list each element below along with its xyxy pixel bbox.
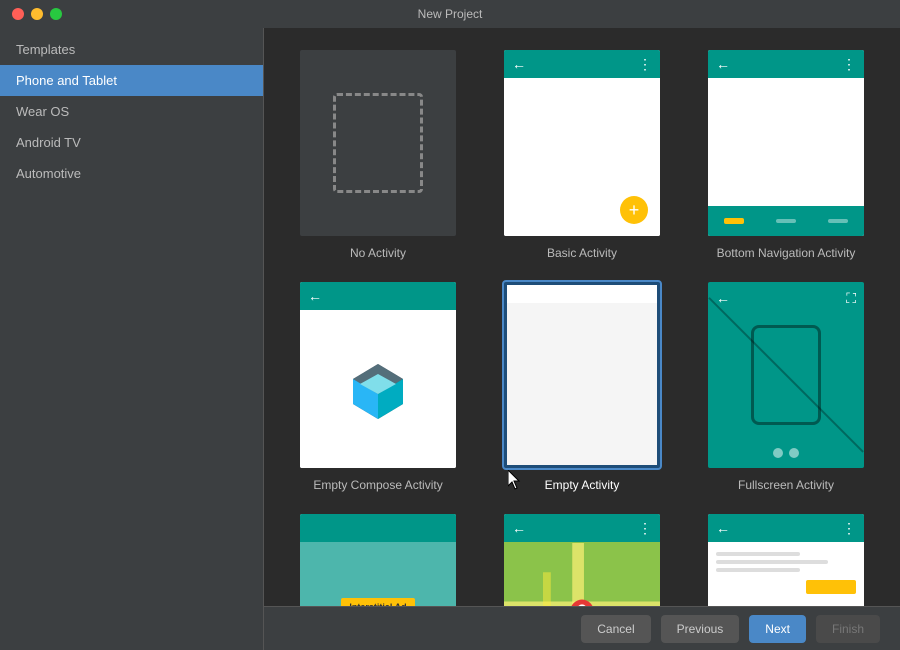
cancel-button[interactable]: Cancel — [581, 615, 650, 643]
template-label-empty-activity: Empty Activity — [545, 478, 620, 492]
template-preview-basic-activity[interactable]: ← ⋮ + — [502, 48, 662, 238]
phone-outline — [751, 325, 821, 425]
no-activity-icon — [333, 93, 423, 193]
template-empty-compose[interactable]: ← Empty Compose Ac — [288, 280, 468, 492]
template-label-no-activity: No Activity — [350, 246, 406, 260]
template-bottom-nav[interactable]: ← ⋮ Bottom Navigation A — [696, 48, 876, 260]
maximize-button[interactable] — [50, 8, 62, 20]
bottom-nav-bar — [708, 206, 864, 236]
compose-back-icon: ← — [308, 288, 322, 304]
title-bar: New Project — [0, 0, 900, 28]
main-content: Templates Phone and Tablet Wear OS Andro… — [0, 28, 900, 650]
next-button[interactable]: Next — [749, 615, 806, 643]
template-preview-interstitial-ad[interactable]: Interstitial Ad — [298, 512, 458, 606]
sidebar-item-phone-tablet[interactable]: Phone and Tablet — [0, 65, 263, 96]
template-settings[interactable]: ← ⋮ Settings Activity — [696, 512, 876, 606]
template-label-empty-compose: Empty Compose Activity — [313, 478, 442, 492]
sidebar-item-android-tv[interactable]: Android TV — [0, 127, 263, 158]
template-label-fullscreen: Fullscreen Activity — [738, 478, 834, 492]
sidebar: Templates Phone and Tablet Wear OS Andro… — [0, 28, 264, 650]
template-no-activity[interactable]: No Activity — [288, 48, 468, 260]
fab-icon: + — [620, 196, 648, 224]
template-preview-no-activity[interactable] — [298, 48, 458, 238]
back-arrow-icon-2: ← — [716, 56, 730, 72]
menu-dots-icon-2: ⋮ — [842, 56, 856, 73]
template-preview-fullscreen[interactable]: ← ⛶ — [706, 280, 866, 470]
finish-button[interactable]: Finish — [816, 615, 880, 643]
map-svg — [504, 542, 660, 606]
template-fullscreen[interactable]: ← ⛶ Fullscreen Activity — [696, 280, 876, 492]
settings-back-icon: ← — [716, 520, 730, 536]
template-preview-settings[interactable]: ← ⋮ — [706, 512, 866, 606]
template-empty-activity[interactable]: ← Empty Activity — [492, 280, 672, 492]
previous-button[interactable]: Previous — [661, 615, 740, 643]
window-controls[interactable] — [12, 8, 62, 20]
window-title: New Project — [418, 7, 483, 21]
template-label-bottom-nav: Bottom Navigation Activity — [717, 246, 856, 260]
template-basic-activity[interactable]: ← ⋮ + Basic Activity — [492, 48, 672, 260]
template-preview-empty-compose[interactable]: ← — [298, 280, 458, 470]
close-button[interactable] — [12, 8, 24, 20]
cube-icon — [348, 359, 408, 419]
expand-icon: ⛶ — [846, 290, 856, 307]
back-arrow-icon: ← — [512, 56, 526, 72]
sidebar-item-automotive[interactable]: Automotive — [0, 158, 263, 189]
sidebar-item-wear-os[interactable]: Wear OS — [0, 96, 263, 127]
minimize-button[interactable] — [31, 8, 43, 20]
menu-dots-icon: ⋮ — [638, 56, 652, 73]
template-preview-google-maps[interactable]: ← ⋮ — [502, 512, 662, 606]
template-preview-bottom-nav[interactable]: ← ⋮ — [706, 48, 866, 238]
fullscreen-back-icon: ← — [716, 290, 730, 306]
maps-back-icon: ← — [512, 520, 526, 536]
footer: Cancel Previous Next Finish — [264, 606, 900, 650]
templates-grid: No Activity ← ⋮ + Basic Activity — [264, 28, 900, 606]
template-interstitial-ad[interactable]: Interstitial Ad Google AdMob Interstitia… — [288, 512, 468, 606]
maps-menu-icon: ⋮ — [638, 520, 652, 537]
settings-menu-icon: ⋮ — [842, 520, 856, 537]
back-arrow-icon-3: ← — [507, 285, 521, 301]
sidebar-header: Templates — [0, 28, 263, 65]
content-area: No Activity ← ⋮ + Basic Activity — [264, 28, 900, 650]
ad-banner-label: Interstitial Ad — [341, 598, 414, 606]
template-label-basic-activity: Basic Activity — [547, 246, 617, 260]
template-google-maps[interactable]: ← ⋮ — [492, 512, 672, 606]
template-preview-empty-activity[interactable]: ← — [502, 280, 662, 470]
